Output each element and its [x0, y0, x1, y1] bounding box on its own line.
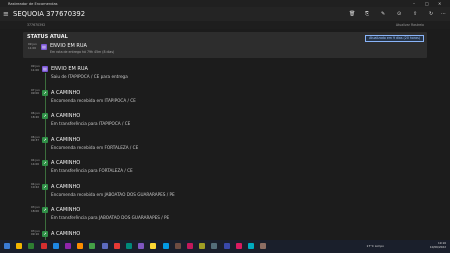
event-time: 09 jun 11:00 [31, 64, 40, 72]
explorer-icon[interactable] [52, 243, 59, 249]
arrow-icon: ➚ [42, 183, 48, 190]
event-time: 04 jun 10:22 [31, 181, 40, 190]
update-tracking-link[interactable]: Atualizar Rastreio [396, 23, 424, 27]
browser-icon[interactable] [223, 243, 230, 249]
sub-header: 377670392 Atualizar Rastreio [0, 21, 450, 29]
event-description: Encomenda recebida em FORTALEZA / CE [51, 144, 139, 150]
truck-icon: ▤ [41, 44, 47, 50]
event-time: 03 jun 18:00 [31, 205, 40, 213]
status-subtitle: Em rota de entrega há 79h 45m (8 dias) [50, 50, 115, 54]
event-description: Em transferência para JABOATAO DOS GUARA… [51, 215, 170, 220]
arrow-icon: ➚ [42, 207, 48, 213]
files-icon[interactable] [150, 243, 157, 249]
event-description: Encomenda recebida em ITAPIPOCA / CE [51, 97, 136, 103]
event-time: 06 jun 18:20 [31, 111, 40, 119]
weather-widget[interactable]: 17°C Limpo [366, 244, 384, 248]
notifications-icon[interactable]: ⊙ [397, 11, 401, 17]
current-status-card: STATUS ATUAL Atualizado em 9 dias (20 ho… [23, 32, 427, 58]
menu-icon[interactable]: ≡ [3, 10, 9, 18]
maximize-icon[interactable]: □ [425, 1, 429, 6]
close-icon[interactable]: ✕ [438, 1, 441, 6]
window-titlebar: Rastreador de Encomendas – □ ✕ [0, 0, 450, 7]
delete-icon[interactable]: 🗑 [349, 11, 355, 17]
timeline-event: 09 jun 11:00 ▤ ENVIO EM RUA Saiu de ITAPIPOC… [23, 63, 427, 85]
store-icon[interactable] [65, 243, 71, 249]
excel-icon[interactable] [89, 243, 96, 249]
app-header: ≡ SEQUOIA 377670392 🗑 ⎘ ✎ ⊙ ⇪ ↻ ⋯ [0, 7, 450, 21]
event-title: A CAMINHO [51, 89, 81, 96]
more-icon[interactable]: ⋯ [441, 11, 446, 17]
edge-icon[interactable] [40, 243, 47, 249]
timeline-event: 04 jun 14:00 ➚ A CAMINHO Em transferência pa… [23, 157, 427, 179]
timeline-event: 06 jun 09:37 ➚ A CAMINHO Encomenda recebida … [23, 134, 427, 156]
event-description: Saiu de ITAPIPOCA / CE para entrega [51, 74, 128, 79]
system-clock[interactable]: 19:16 10/06/2022 [430, 241, 446, 249]
timeline-event: 04 jun 10:22 ➚ A CAMINHO Encomenda recebida … [23, 181, 427, 203]
event-title: A CAMINHO [51, 136, 81, 143]
event-description: Encomenda recebida em JABOATAO DOS GUARA… [51, 191, 175, 197]
arrow-icon: ➚ [42, 89, 48, 96]
updated-button[interactable]: Atualizado em 9 dias (20 horas) [365, 34, 424, 42]
event-title: A CAMINHO [51, 160, 81, 166]
refresh-icon[interactable]: ↻ [429, 11, 433, 17]
word-icon[interactable] [101, 243, 108, 249]
event-time: 07 jun 09:00 [31, 87, 40, 96]
status-label: STATUS ATUAL [27, 34, 68, 40]
timeline-event: 06 jun 18:20 ➚ A CAMINHO Em transferência pa… [23, 110, 427, 132]
music-icon[interactable] [187, 243, 193, 249]
arrow-icon: ➚ [42, 230, 48, 237]
share-icon[interactable]: ⇪ [413, 11, 417, 17]
arrow-icon: ➚ [42, 136, 48, 143]
status-title: ENVIO EM RUA [50, 43, 87, 49]
app-icon[interactable] [235, 243, 242, 249]
tracking-code: 377670392 [27, 23, 46, 27]
minimize-icon[interactable]: – [413, 1, 415, 6]
event-title: A CAMINHO [51, 230, 81, 237]
chrome-icon[interactable] [113, 243, 120, 249]
event-title: A CAMINHO [51, 183, 81, 190]
terminal-icon[interactable] [211, 243, 218, 249]
calendar-icon[interactable] [199, 243, 206, 249]
vscode-icon[interactable] [138, 243, 145, 249]
event-time: 03 jun 09:10 [31, 228, 40, 237]
event-title: A CAMINHO [51, 113, 81, 119]
event-title: ENVIO EM RUA [51, 66, 88, 72]
timeline-event: 03 jun 18:00 ➚ A CAMINHO Em transferência pa… [23, 204, 427, 226]
app-icon[interactable] [248, 243, 254, 249]
mail-icon[interactable] [77, 243, 84, 249]
app-icon[interactable] [260, 243, 267, 249]
event-title: A CAMINHO [51, 207, 81, 213]
start-icon[interactable] [4, 243, 10, 249]
edit-icon[interactable]: ✎ [381, 11, 385, 17]
search-icon[interactable] [16, 243, 23, 249]
status-time: 09 jun 11:00 [28, 42, 37, 50]
photos-icon[interactable] [162, 243, 169, 249]
event-description: Em transferência para ITAPIPOCA / CE [51, 121, 131, 126]
teams-icon[interactable] [126, 243, 132, 249]
arrow-icon: ➚ [42, 113, 48, 119]
event-time: 04 jun 14:00 [31, 158, 40, 166]
taskbar: 17°C Limpo 19:16 10/06/2022 [0, 240, 450, 253]
window-title: Rastreador de Encomendas [8, 1, 58, 6]
copy-icon[interactable]: ⎘ [365, 11, 369, 17]
page-title: SEQUOIA 377670392 [13, 10, 86, 18]
timeline-event: 07 jun 09:00 ➚ A CAMINHO Encomenda recebida … [23, 87, 427, 109]
settings-icon[interactable] [174, 243, 181, 249]
task-view-icon[interactable] [28, 243, 35, 249]
event-time: 06 jun 09:37 [31, 134, 40, 143]
event-description: Em transferência para FORTALEZA / CE [51, 168, 133, 173]
truck-icon: ▤ [42, 66, 48, 72]
arrow-icon: ➚ [42, 160, 48, 166]
